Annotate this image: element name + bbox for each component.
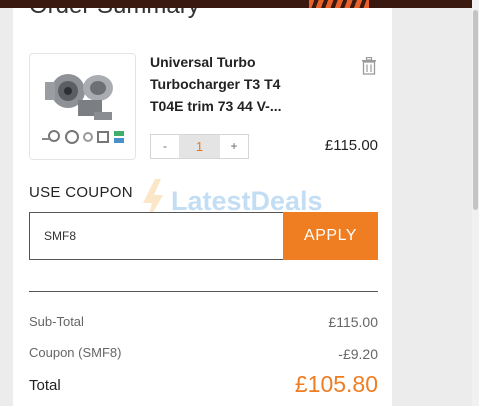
subtotal-label: Sub-Total: [29, 314, 84, 329]
order-summary-panel: Order Summary Universal Turbo Turbocharg…: [13, 8, 392, 406]
apply-coupon-button[interactable]: APPLY: [283, 212, 378, 260]
increment-button[interactable]: +: [220, 135, 248, 158]
remove-item-button[interactable]: [361, 56, 377, 75]
product-name-line: Universal Turbo: [150, 54, 256, 70]
top-banner: [0, 0, 479, 8]
order-summary-heading: Order Summary: [29, 8, 200, 20]
scrollbar-thumb[interactable]: [473, 10, 478, 210]
coupon-section-title: USE COUPON: [29, 184, 133, 201]
banner-stripes: [309, 0, 369, 8]
page-scrollbar[interactable]: [472, 0, 479, 406]
product-name[interactable]: Universal Turbo Turbocharger T3 T4 T04E …: [150, 51, 340, 117]
total-value: £105.80: [294, 371, 378, 397]
coupon-discount-label: Coupon (SMF8): [29, 345, 122, 360]
product-name-line: T04E trim 73 44 V-...: [150, 98, 282, 114]
item-price: £115.00: [324, 137, 378, 154]
trash-icon: [362, 56, 376, 75]
quantity-input[interactable]: 1: [179, 135, 220, 158]
coupon-code-input[interactable]: SMF8: [29, 212, 284, 260]
summary-divider: [29, 291, 378, 292]
decrement-button[interactable]: -: [151, 135, 179, 158]
product-thumbnail[interactable]: [29, 53, 136, 160]
quantity-stepper: - 1 +: [150, 134, 249, 159]
total-label: Total: [29, 377, 61, 394]
subtotal-value: £115.00: [328, 314, 378, 330]
turbocharger-image: [42, 74, 124, 144]
product-name-line: Turbocharger T3 T4: [150, 76, 281, 92]
coupon-discount-value: -£9.20: [338, 346, 378, 362]
